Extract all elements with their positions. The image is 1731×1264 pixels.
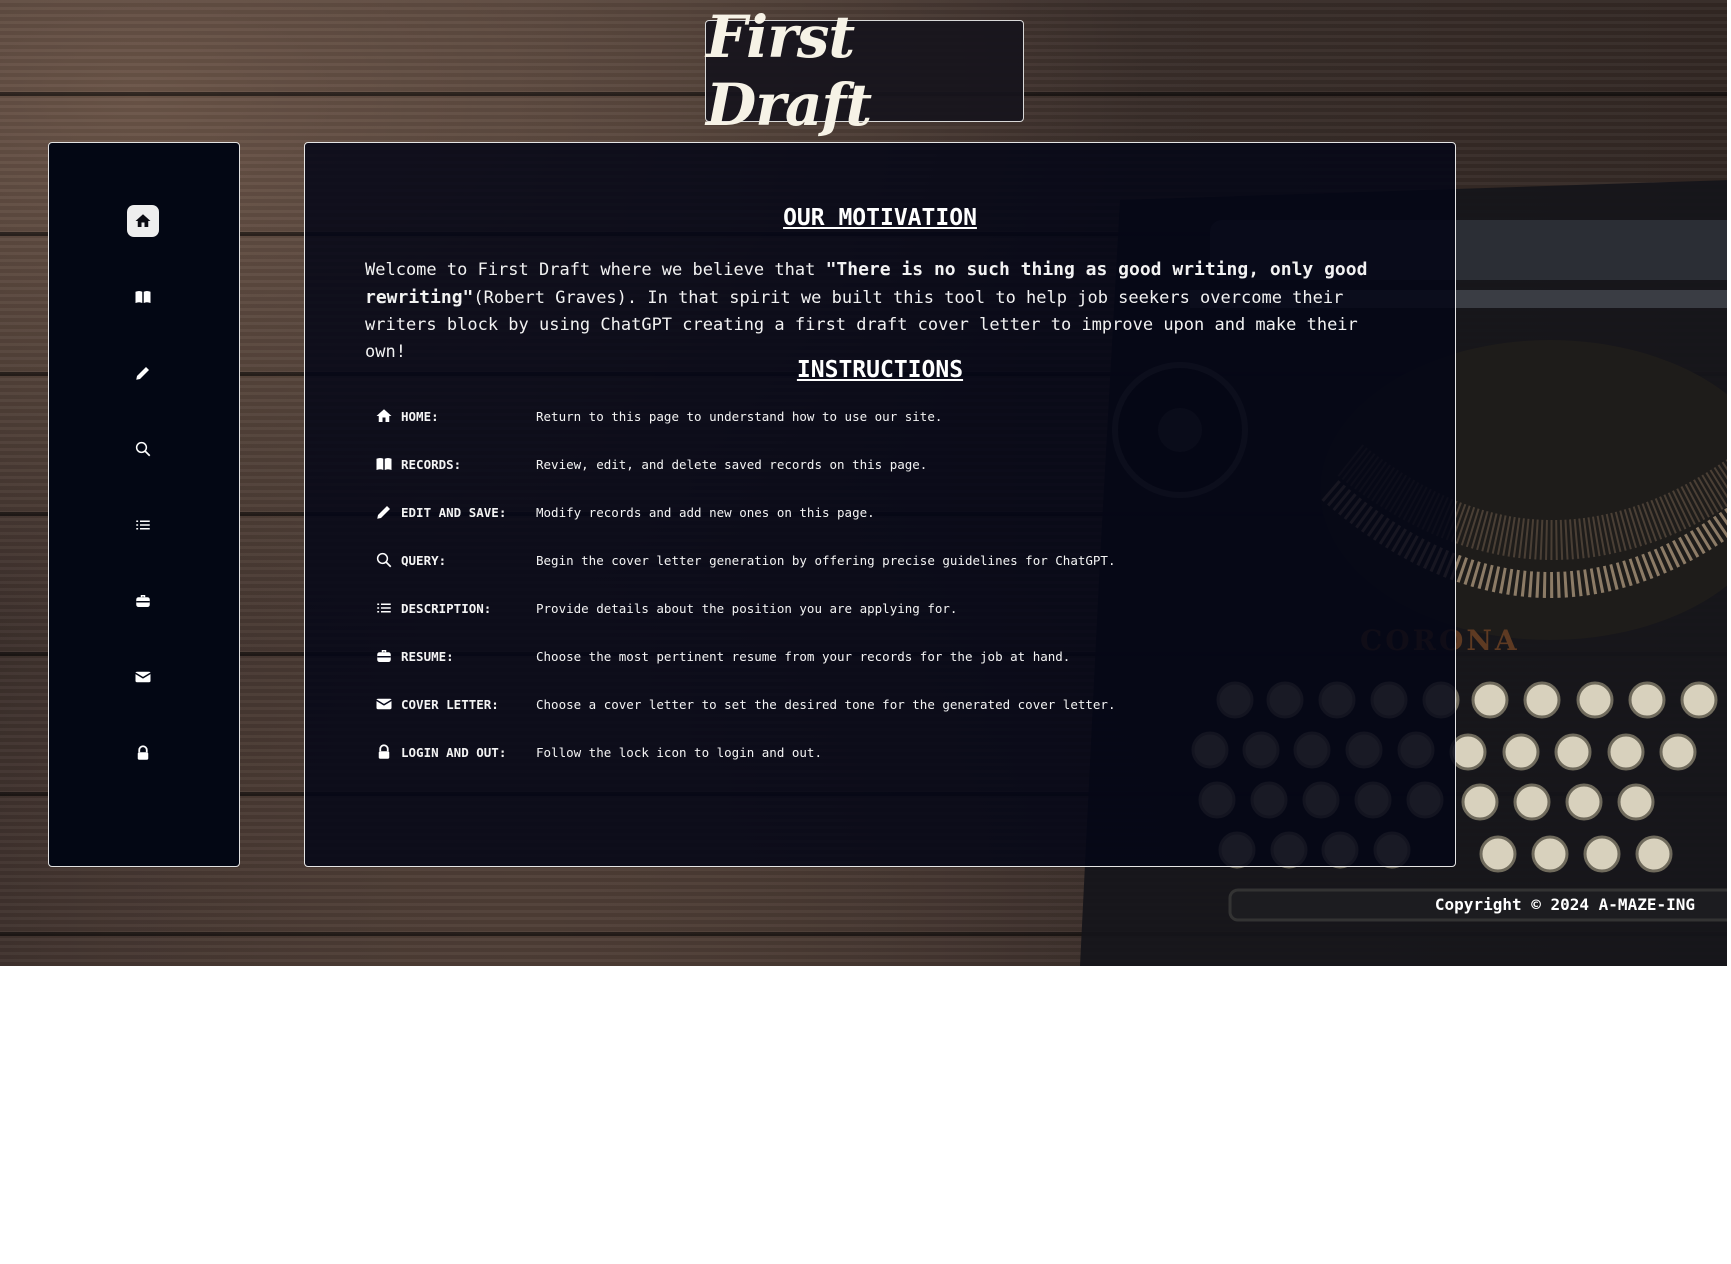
instruction-row-resume: RESUME: Choose the most pertinent resume… — [375, 645, 1070, 667]
instruction-label: DESCRIPTION: — [401, 600, 492, 616]
nav-resume[interactable] — [127, 585, 159, 617]
envelope-icon — [135, 671, 151, 683]
instruction-label: COVER LETTER: — [401, 696, 499, 712]
instruction-description: Modify records and add new ones on this … — [536, 504, 875, 520]
instruction-row-records: RECORDS: Review, edit, and delete saved … — [375, 453, 927, 475]
instruction-row-query: QUERY: Begin the cover letter generation… — [375, 549, 1115, 571]
nav-edit-and-save[interactable] — [127, 357, 159, 389]
instruction-row-home: HOME: Return to this page to understand … — [375, 405, 942, 427]
search-icon — [135, 441, 151, 457]
search-icon — [376, 552, 392, 568]
instructions-heading: INSTRUCTIONS — [796, 357, 964, 383]
lock-icon — [137, 745, 149, 760]
envelope-icon — [376, 698, 392, 710]
instruction-label: EDIT AND SAVE: — [401, 504, 507, 520]
motivation-intro: Welcome to First Draft where we believe … — [365, 260, 826, 280]
instruction-label: LOGIN AND OUT: — [401, 744, 507, 760]
instruction-label: HOME: — [401, 408, 439, 424]
home-icon — [376, 409, 392, 422]
instruction-label: RESUME: — [401, 648, 454, 664]
site-header: First Draft — [705, 3, 1024, 139]
instruction-label: QUERY: — [401, 552, 447, 568]
instruction-label: RECORDS: — [401, 456, 462, 472]
site-title: First Draft — [706, 3, 872, 139]
book-icon — [376, 458, 392, 470]
list-icon — [136, 520, 150, 530]
list-icon — [377, 603, 391, 613]
motivation-text: Welcome to First Draft where we believe … — [365, 256, 1405, 366]
instruction-description: Provide details about the position you a… — [536, 600, 958, 616]
instruction-description: Choose the most pertinent resume from yo… — [536, 648, 1071, 664]
instruction-row-edit-and-save: EDIT AND SAVE: Modify records and add ne… — [375, 501, 875, 523]
instruction-row-cover-letter: COVER LETTER: Choose a cover letter to s… — [375, 693, 1115, 715]
lock-icon — [378, 744, 390, 759]
sidebar — [48, 142, 240, 867]
nav-login-and-out[interactable] — [127, 737, 159, 769]
nav-query[interactable] — [127, 433, 159, 465]
copyright-footer: Copyright © 2024 A-MAZE-ING — [1434, 895, 1695, 914]
motivation-body: (Robert Graves). In that spirit we built… — [365, 288, 1358, 362]
pencil-icon — [136, 367, 149, 380]
instruction-description: Begin the cover letter generation by off… — [536, 552, 1116, 568]
main-content: OUR MOTIVATION Welcome to First Draft wh… — [304, 142, 1456, 867]
wood-background: CORONA First Draft — [0, 0, 1727, 966]
nav-home[interactable] — [127, 205, 159, 237]
pencil-icon — [377, 506, 390, 519]
instruction-description: Return to this page to understand how to… — [536, 408, 943, 424]
instruction-row-login-and-out: LOGIN AND OUT: Follow the lock icon to l… — [375, 741, 822, 763]
instruction-row-description: DESCRIPTION: Provide details about the p… — [375, 597, 957, 619]
instruction-description: Choose a cover letter to set the desired… — [536, 696, 1116, 712]
nav-cover-letter[interactable] — [127, 661, 159, 693]
nav-description[interactable] — [127, 509, 159, 541]
book-icon — [135, 291, 151, 303]
briefcase-icon — [377, 650, 391, 662]
instruction-description: Follow the lock icon to login and out. — [536, 744, 822, 760]
briefcase-icon — [136, 595, 150, 607]
instruction-description: Review, edit, and delete saved records o… — [536, 456, 928, 472]
motivation-heading: OUR MOTIVATION — [783, 205, 977, 231]
home-icon — [135, 214, 151, 227]
nav-records[interactable] — [127, 281, 159, 313]
